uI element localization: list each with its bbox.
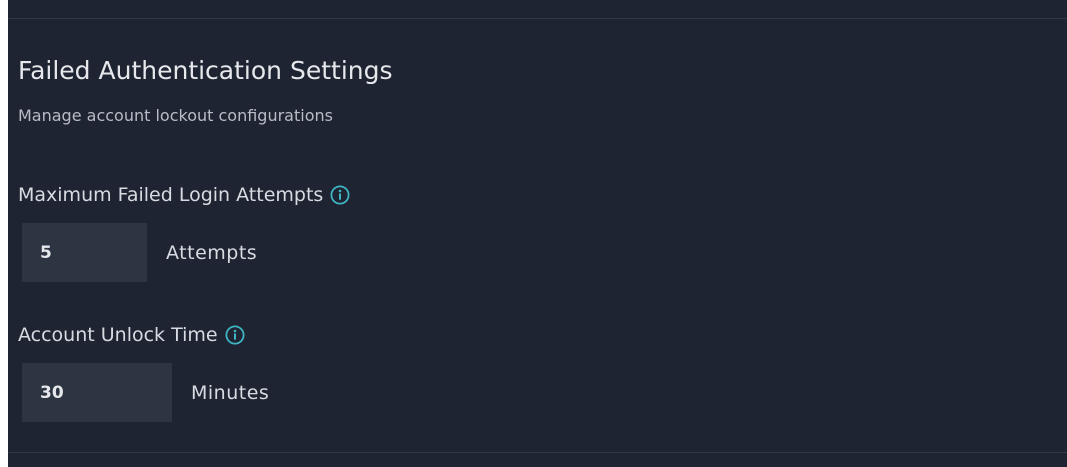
max-attempts-label: Maximum Failed Login Attempts [18, 184, 324, 206]
max-attempts-unit: Attempts [166, 242, 258, 264]
top-divider [8, 18, 1067, 19]
bottom-divider [8, 452, 1067, 453]
settings-panel: Failed Authentication Settings Manage ac… [8, 0, 1067, 467]
max-attempts-label-row: Maximum Failed Login Attempts [18, 180, 350, 210]
unlock-time-input[interactable] [22, 363, 172, 422]
unlock-time-unit: Minutes [191, 382, 270, 404]
info-icon[interactable] [225, 325, 245, 345]
info-icon[interactable] [330, 185, 350, 205]
page-title: Failed Authentication Settings [18, 56, 393, 85]
max-attempts-input[interactable] [22, 223, 147, 282]
page-subtitle: Manage account lockout configurations [18, 106, 333, 125]
unlock-time-label: Account Unlock Time [18, 324, 218, 346]
unlock-time-label-row: Account Unlock Time [18, 320, 245, 350]
